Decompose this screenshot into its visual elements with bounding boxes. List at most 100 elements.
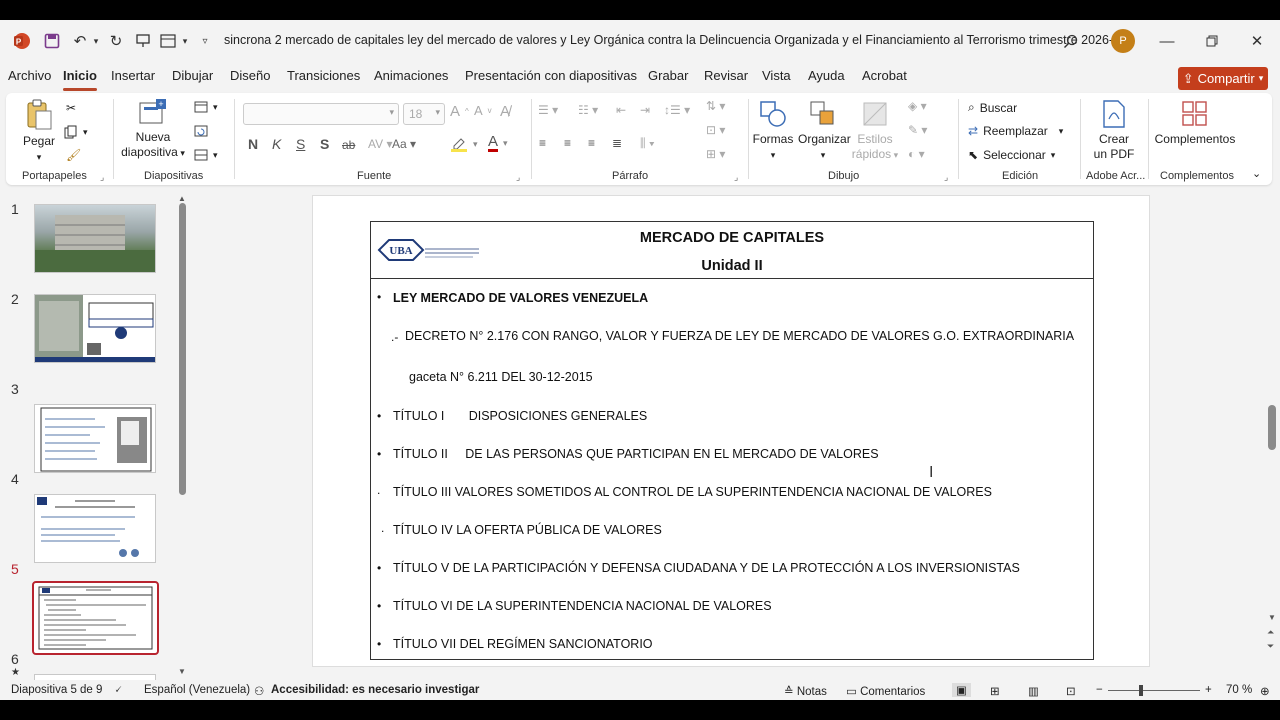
notes-button[interactable]: ≙ Notas <box>784 684 827 698</box>
shadow-button[interactable]: S <box>320 136 329 152</box>
copy-icon[interactable]: ▾ <box>64 125 88 139</box>
slide-sorter-icon[interactable]: ⊞ <box>990 684 1000 698</box>
thumbnails-scroll-down-icon[interactable]: ▼ <box>178 667 186 676</box>
highlight-icon[interactable]: ▾ <box>450 136 478 152</box>
thumbnails-scrollbar[interactable] <box>179 203 186 495</box>
tab-presentacion[interactable]: Presentación con diapositivas <box>465 68 637 83</box>
tab-inicio[interactable]: Inicio <box>63 68 97 91</box>
scroll-down-icon[interactable]: ▼ <box>1268 613 1276 622</box>
customize-toolbar-icon[interactable]: ▿ <box>195 31 215 51</box>
arrange-button[interactable]: Organizar ▾ <box>798 99 851 163</box>
search-icon[interactable] <box>1060 31 1080 51</box>
thumbnail-slide-3[interactable] <box>34 404 156 473</box>
slide-table[interactable]: UBA MERCADO DE CAPITALES Unidad II • LEY… <box>370 221 1094 660</box>
shapes-button[interactable]: Formas ▾ <box>752 99 794 163</box>
tab-insertar[interactable]: Insertar <box>111 68 155 83</box>
tab-acrobat[interactable]: Acrobat <box>862 68 907 83</box>
thumbnail-slide-5[interactable] <box>32 581 159 655</box>
addins-button[interactable]: Complementos <box>1154 99 1236 147</box>
normal-view-icon[interactable]: ▣ <box>952 683 971 697</box>
tab-diseno[interactable]: Diseño <box>230 68 270 83</box>
character-spacing-icon[interactable]: AV ▾ <box>368 137 392 151</box>
zoom-out-icon[interactable]: − <box>1096 684 1103 696</box>
minimize-icon[interactable]: — <box>1152 30 1182 52</box>
columns-icon[interactable]: ⫼ ▾ <box>640 136 655 151</box>
create-pdf-button[interactable]: Crear un PDF <box>1088 99 1140 162</box>
tab-transiciones[interactable]: Transiciones <box>287 68 360 83</box>
increase-font-icon[interactable]: A ^ <box>450 103 469 120</box>
align-right-icon[interactable]: ≡ <box>588 136 595 150</box>
shape-outline-icon[interactable]: ✎ ▾ <box>908 123 927 137</box>
increase-indent-icon[interactable]: ⇥ <box>640 103 650 117</box>
numbering-icon[interactable]: ☷ ▾ <box>578 103 598 117</box>
shape-effects-icon[interactable]: ◐ ▾ <box>908 147 925 161</box>
new-slide-button[interactable]: + Nueva diapositiva ▾ <box>118 99 188 161</box>
decrease-indent-icon[interactable]: ⇤ <box>616 103 626 117</box>
dibujo-launcher-icon[interactable]: ⌟ <box>944 172 948 183</box>
thumbnail-slide-4[interactable] <box>34 494 156 563</box>
zoom-in-icon[interactable]: + <box>1205 684 1212 696</box>
collapse-ribbon-icon[interactable]: ⌄ <box>1252 167 1261 180</box>
tab-archivo[interactable]: Archivo <box>8 68 51 83</box>
shape-fill-icon[interactable]: ◈ ▾ <box>908 99 927 113</box>
paste-button[interactable]: Pegar ▾ <box>20 99 58 165</box>
line-spacing-icon[interactable]: ↕☰ ▾ <box>664 103 690 117</box>
avatar[interactable]: P <box>1111 29 1135 53</box>
accessibility-icon[interactable]: ⚇ <box>254 684 264 698</box>
layout-dropdown-icon[interactable]: ▾ <box>175 31 195 51</box>
accessibility-status[interactable]: Accesibilidad: es necesario investigar <box>271 684 479 696</box>
replace-button[interactable]: ⇄ Reemplazar ▾ <box>968 124 1063 138</box>
zoom-slider-handle[interactable] <box>1139 685 1143 696</box>
smartart-icon[interactable]: ⊞ ▾ <box>706 147 725 161</box>
present-from-start-icon[interactable] <box>133 31 153 51</box>
align-left-icon[interactable]: ≡ <box>539 136 546 150</box>
text-direction-icon[interactable]: ⇅ ▾ <box>706 99 725 113</box>
language-status[interactable]: Español (Venezuela) <box>144 684 250 696</box>
tab-ayuda[interactable]: Ayuda <box>808 68 845 83</box>
close-icon[interactable]: ✕ <box>1242 30 1272 52</box>
fuente-launcher-icon[interactable]: ⌟ <box>516 172 520 183</box>
undo-dropdown-icon[interactable]: ▾ <box>86 31 106 51</box>
zoom-slider[interactable] <box>1108 690 1200 691</box>
bullets-icon[interactable]: ☰ ▾ <box>538 103 558 117</box>
zoom-level[interactable]: 70 % <box>1226 684 1252 696</box>
italic-button[interactable]: K <box>272 136 281 152</box>
strikethrough-button[interactable]: ab <box>342 138 355 152</box>
justify-icon[interactable]: ≣ <box>612 136 622 150</box>
align-text-icon[interactable]: ⊡ ▾ <box>706 123 725 137</box>
spellcheck-icon[interactable]: 🗸 <box>114 684 122 697</box>
font-name-select[interactable]: ▾ <box>243 103 399 125</box>
parrafo-launcher-icon[interactable]: ⌟ <box>734 172 738 183</box>
decrease-font-icon[interactable]: Av <box>474 103 492 118</box>
reading-view-icon[interactable]: ▥ <box>1028 684 1039 698</box>
select-button[interactable]: ⬉ Seleccionar ▾ <box>968 148 1055 162</box>
font-size-select[interactable]: 18 ▾ <box>403 103 445 125</box>
comments-button[interactable]: ▭ Comentarios <box>846 684 925 698</box>
change-case-icon[interactable]: Aa ▾ <box>392 137 416 151</box>
cut-icon[interactable]: ✂ <box>66 101 76 115</box>
share-button[interactable]: ⇪ Compartir ▾ <box>1178 67 1268 90</box>
save-icon[interactable] <box>42 31 62 51</box>
reset-slide-button[interactable] <box>194 125 208 137</box>
underline-button[interactable]: S <box>296 136 305 152</box>
next-slide-icon[interactable]: ⏷ <box>1267 641 1274 652</box>
restore-icon[interactable] <box>1197 30 1227 52</box>
thumbnail-slide-2[interactable] <box>34 294 156 363</box>
find-button[interactable]: ⌕ Buscar <box>968 100 1017 115</box>
layout-button[interactable]: ▾ <box>194 101 218 113</box>
font-color-icon[interactable]: A ▾ <box>488 134 508 152</box>
thumbnails-scroll-up-icon[interactable]: ▲ <box>178 194 186 203</box>
tab-animaciones[interactable]: Animaciones <box>374 68 448 83</box>
fit-to-window-icon[interactable]: ⊕ <box>1260 684 1270 698</box>
slide-scrollbar-thumb[interactable] <box>1268 405 1276 450</box>
tab-dibujar[interactable]: Dibujar <box>172 68 213 83</box>
bold-button[interactable]: N <box>248 136 258 152</box>
slide-canvas[interactable]: UBA MERCADO DE CAPITALES Unidad II • LEY… <box>312 195 1150 667</box>
quick-styles-button[interactable]: Estilos rápidos ▾ <box>851 99 899 163</box>
format-painter-icon[interactable]: 🖌 <box>66 148 81 162</box>
tab-revisar[interactable]: Revisar <box>704 68 748 83</box>
align-center-icon[interactable]: ≡ <box>564 136 571 150</box>
portapapeles-launcher-icon[interactable]: ⌟ <box>100 172 104 183</box>
redo-icon[interactable]: ↻ <box>106 31 126 51</box>
slideshow-icon[interactable]: ⊡ <box>1066 684 1076 698</box>
